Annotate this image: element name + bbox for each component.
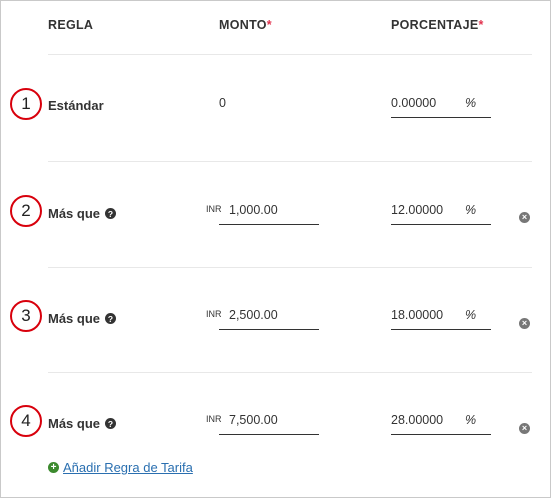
row-number-badge: 1 [10,88,42,120]
header-percentage: PORCENTAJE* [391,18,484,32]
percentage-value: 28.00000 [391,413,444,427]
percentage-input[interactable]: 0.00000 % [391,96,491,118]
rule-label: Más que ? [48,311,117,326]
amount-input[interactable]: 2,500.00 [219,308,319,330]
percent-sign: % [465,413,477,427]
add-rate-rule-link[interactable]: + Añadir Regra de Tarifa [48,460,193,475]
header-amount: MONTO* [219,18,272,32]
required-mark: * [266,18,272,32]
row-divider [48,372,532,373]
percentage-input[interactable]: 18.00000 % [391,308,491,330]
help-icon[interactable]: ? [105,313,117,324]
amount-input[interactable]: 1,000.00 [219,203,319,225]
rule-label: Más que ? [48,416,117,431]
plus-circle-icon: + [48,462,59,473]
add-rate-rule-label: Añadir Regra de Tarifa [63,460,193,475]
rule-label: Más que ? [48,206,117,221]
percentage-value: 12.00000 [391,203,444,217]
amount-input[interactable]: 7,500.00 [219,413,319,435]
amount-value: 0 [219,96,226,110]
help-icon[interactable]: ? [105,418,117,429]
amount-value: 1,000.00 [229,203,278,217]
percentage-value: 0.00000 [391,96,437,110]
remove-row-icon[interactable]: × [519,423,530,434]
header-rule: REGLA [48,18,94,32]
rule-row-greater-than: 3 Más que ? INR 2,500.00 18.00000 % × [1,286,551,346]
header-amount-label: MONTO [219,18,267,32]
required-mark: * [478,18,484,32]
row-divider [48,161,532,162]
help-icon[interactable]: ? [105,208,117,219]
table-header: REGLA MONTO* PORCENTAJE* [1,1,551,53]
percentage-value: 18.00000 [391,308,444,322]
row-divider [48,267,532,268]
rule-row-greater-than: 2 Más que ? INR 1,000.00 12.00000 % × [1,181,551,241]
row-divider [48,54,532,55]
rule-label: Estándar [48,98,104,113]
amount-value: 7,500.00 [229,413,278,427]
row-number-badge: 3 [10,300,42,332]
rule-label-text: Más que [48,416,101,431]
remove-row-icon[interactable]: × [519,318,530,329]
rule-row-greater-than: 4 Más que ? INR 7,500.00 28.00000 % × [1,391,551,451]
percent-sign: % [465,96,477,110]
percent-sign: % [465,203,477,217]
remove-row-icon[interactable]: × [519,212,530,223]
rule-row-standard: 1 Estándar 0 0.00000 % [1,75,551,135]
percentage-input[interactable]: 28.00000 % [391,413,491,435]
rule-label-text: Más que [48,311,101,326]
percent-sign: % [465,308,477,322]
row-number-badge: 2 [10,195,42,227]
rule-label-text: Más que [48,206,101,221]
row-number-badge: 4 [10,405,42,437]
rate-rules-panel: REGLA MONTO* PORCENTAJE* 1 Estándar 0 0.… [0,0,551,498]
amount-value: 2,500.00 [229,308,278,322]
percentage-input[interactable]: 12.00000 % [391,203,491,225]
header-percentage-label: PORCENTAJE [391,18,479,32]
